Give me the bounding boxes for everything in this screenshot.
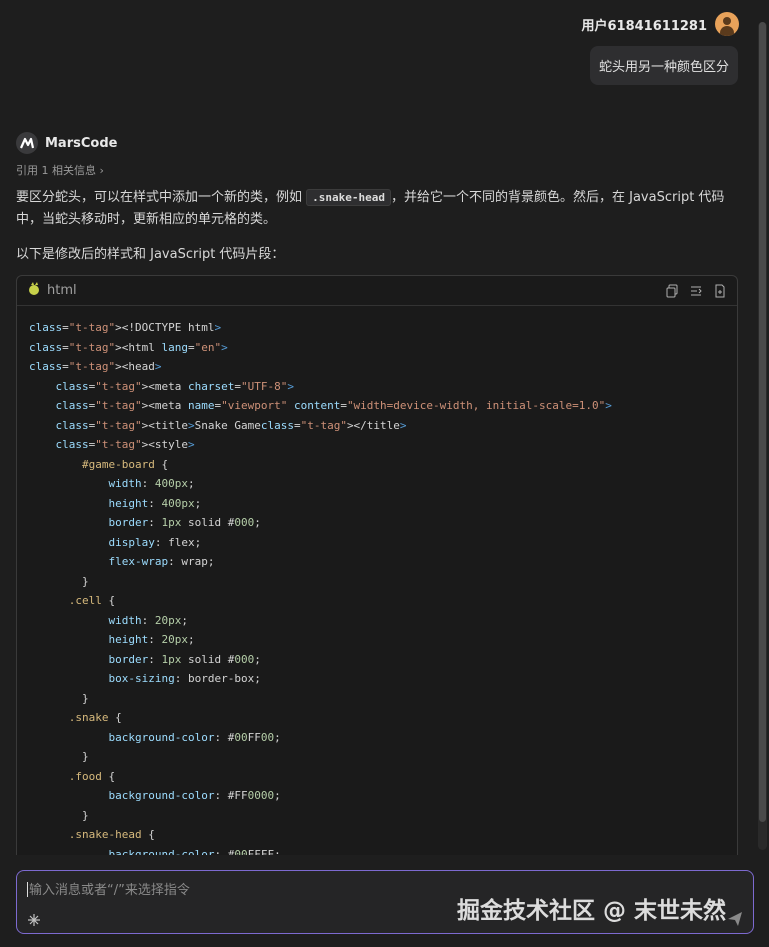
code-line: width: 20px; [108,613,188,627]
code-line: background-color: #FF0000; [108,789,281,802]
answer-paragraph-1: 要区分蛇头，可以在样式中添加一个新的类，例如 .snake-head ，并给它一个… [16,187,736,231]
code-line: } [29,574,89,588]
reference-link[interactable]: 引用 1 相关信息 › [16,162,104,178]
code-line: } [29,691,89,705]
send-icon[interactable] [727,911,743,931]
code-line: .food { [68,769,116,783]
user-header: 用户61841611281 [581,12,739,36]
code-line: class="t-tag"><!DOCTYPE html> [29,321,222,334]
code-line: class="t-tag"><style> [55,438,195,451]
scroll-thumb[interactable] [759,22,766,822]
html-language-icon [27,281,41,300]
bot-name: MarsCode [45,135,118,151]
code-line: width: 400px; [108,477,195,490]
user-name: 用户61841611281 [581,18,708,34]
code-line: .snake { [68,711,122,724]
answer-paragraph-2: 以下是修改后的样式和 JavaScript 代码片段： [16,247,285,262]
watermark: 掘金技术社区 @ 末世未然 [457,898,727,924]
code-line: box-sizing: border-box; [108,672,261,685]
code-language-label: html [47,283,77,298]
code-line: } [29,808,89,822]
chat-scrollbar[interactable] [758,22,767,850]
code-block-header: html [17,276,737,306]
code-line: class="t-tag"><html lang="en"> [29,340,228,354]
user-avatar-icon[interactable] [715,12,739,36]
bot-header: MarsCode [16,132,117,154]
code-line: .snake-head { [68,828,155,841]
code-line: class="t-tag"><meta name="viewport" cont… [55,399,612,412]
insert-icon[interactable] [689,284,703,298]
marscode-logo-icon [16,132,38,154]
code-line: display: flex; [108,535,202,549]
inline-code: .snake-head [306,189,391,206]
code-line: class="t-tag"><meta charset="UTF-8"> [55,379,294,393]
code-line: class="t-tag"><head> [29,360,162,373]
code-content: class="t-tag"><!DOCTYPE html> class="t-ta… [17,306,737,876]
code-block: html class="t-tag"><!DOCTYPE html> class=… [16,275,738,877]
code-line: height: 20px; [108,633,195,646]
code-line: background-color: #00FF00; [108,730,281,744]
code-line: flex-wrap: wrap; [108,555,215,568]
code-line: } [29,750,89,763]
code-line: class="t-tag"><title>Snake Gameclass="t-… [55,418,407,432]
sparkle-icon[interactable] [27,913,41,931]
code-line: height: 400px; [108,496,202,510]
new-file-icon[interactable] [713,284,727,298]
code-line: .cell { [68,594,116,607]
code-actions [665,284,727,298]
code-line: border: 1px solid #000; [108,516,261,529]
user-message-bubble: 蛇头用另一种颜色区分 [589,46,738,85]
copy-icon[interactable] [665,284,679,298]
answer-text: 要区分蛇头，可以在样式中添加一个新的类，例如 [16,190,307,205]
code-line: #game-board { [81,457,169,471]
code-line: border: 1px solid #000; [108,652,261,666]
